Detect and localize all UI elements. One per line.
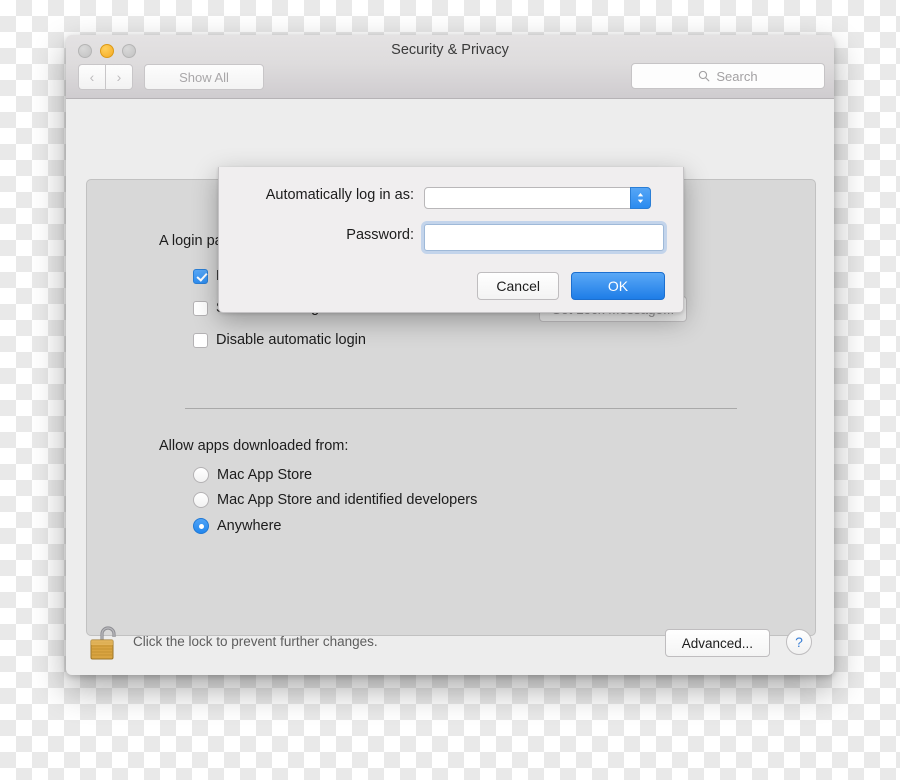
advanced-label: Advanced... (681, 635, 753, 651)
bottom-bar: Click the lock to prevent further change… (66, 609, 834, 675)
radio-row-identified-developers[interactable]: Mac App Store and identified developers (193, 492, 477, 508)
screenshot-canvas: Security & Privacy ‹ › Show All Search A… (0, 0, 900, 780)
radio-label-mac-app-store: Mac App Store (217, 467, 313, 483)
window-title: Security & Privacy (391, 42, 509, 58)
advanced-button[interactable]: Advanced... (664, 629, 770, 657)
ok-button[interactable]: OK (571, 272, 665, 300)
lock-hint-text: Click the lock to prevent further change… (133, 634, 378, 649)
section-divider (185, 408, 737, 409)
require-password-checkbox[interactable] (193, 268, 208, 284)
password-label-row: Password: (219, 227, 414, 243)
password-label: Password: (346, 227, 414, 243)
password-input[interactable] (424, 224, 664, 251)
auto-login-label-row: Automatically log in as: (219, 187, 414, 203)
search-icon (699, 70, 710, 82)
radio-row-mac-app-store[interactable]: Mac App Store (193, 467, 312, 483)
popup-chevron-icon (630, 187, 651, 209)
allow-apps-title: Allow apps downloaded from: (159, 438, 349, 454)
navigation-button-group: ‹ › (78, 64, 133, 90)
cancel-label: Cancel (496, 278, 540, 294)
radio-mac-app-store[interactable] (193, 467, 209, 483)
show-lock-message-checkbox[interactable] (193, 300, 208, 316)
disable-automatic-login-label: Disable automatic login (216, 332, 366, 348)
radio-label-identified-developers: Mac App Store and identified developers (217, 492, 478, 508)
unlocked-padlock-icon[interactable] (88, 623, 122, 661)
forward-button[interactable]: › (105, 64, 133, 90)
show-all-button[interactable]: Show All (144, 64, 264, 90)
chevron-up-down-icon (637, 193, 644, 203)
chevron-left-icon: ‹ (89, 69, 95, 85)
auto-login-popup-button[interactable] (424, 187, 651, 209)
auto-login-label: Automatically log in as: (265, 187, 414, 203)
help-button[interactable]: ? (786, 629, 812, 655)
search-placeholder: Search (716, 68, 758, 84)
radio-label-anywhere: Anywhere (217, 518, 282, 534)
question-mark-icon: ? (795, 634, 803, 650)
disable-automatic-login-checkbox-row[interactable]: Disable automatic login (193, 332, 366, 348)
show-all-label: Show All (179, 69, 229, 85)
security-privacy-window: Security & Privacy ‹ › Show All Search A… (66, 35, 834, 675)
disable-automatic-login-checkbox[interactable] (193, 332, 208, 348)
automatic-login-sheet: Automatically log in as: Password: Cance… (218, 167, 684, 313)
chevron-right-icon: › (116, 69, 122, 85)
radio-anywhere[interactable] (193, 518, 209, 534)
radio-identified-developers[interactable] (193, 492, 209, 508)
window-titlebar: Security & Privacy ‹ › Show All Search (66, 35, 834, 99)
ok-label: OK (607, 278, 629, 294)
back-button[interactable]: ‹ (78, 64, 105, 90)
cancel-button[interactable]: Cancel (477, 272, 559, 300)
search-field[interactable]: Search (631, 63, 825, 89)
radio-row-anywhere[interactable]: Anywhere (193, 518, 281, 534)
window-body: A login password has been set for this u… (66, 99, 834, 675)
